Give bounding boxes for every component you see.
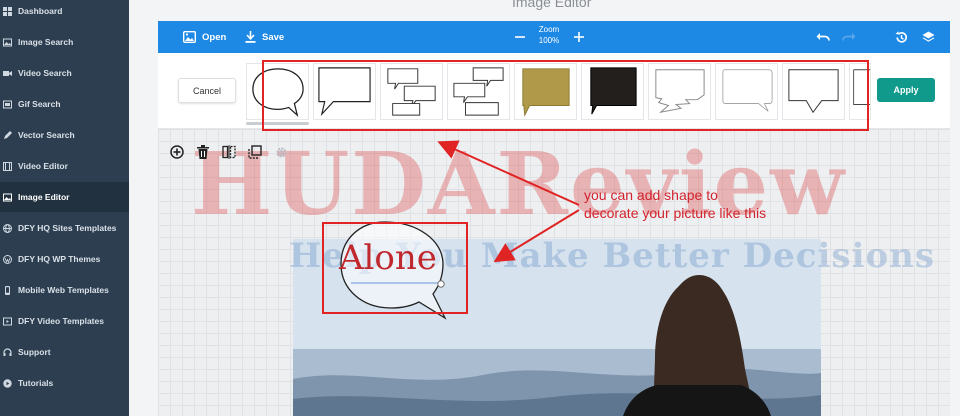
undo-icon xyxy=(816,33,830,41)
zoom-value: 100% xyxy=(538,36,560,45)
image-edit-icon xyxy=(3,193,12,202)
sidebar-item-label: Image Editor xyxy=(18,192,70,202)
settings-button[interactable] xyxy=(271,142,291,162)
sidebar-item-support[interactable]: Support xyxy=(0,337,129,367)
sidebar-item-label: DFY HQ WP Themes xyxy=(18,254,101,264)
shapes-highlight-box xyxy=(262,60,869,131)
save-button[interactable]: Save xyxy=(245,21,284,53)
sidebar-item-mobile-web-templates[interactable]: Mobile Web Templates xyxy=(0,275,129,305)
sidebar-item-label: Vector Search xyxy=(18,130,75,140)
object-tools xyxy=(167,140,291,164)
sidebar-item-label: Image Search xyxy=(18,37,74,47)
add-layer-button[interactable] xyxy=(167,142,187,162)
sidebar-item-label: Mobile Web Templates xyxy=(18,285,109,295)
sidebar-item-label: Support xyxy=(18,347,51,357)
wordpress-icon xyxy=(3,254,12,264)
main-content: Image Editor Open Save Zoom 100% Cancel … xyxy=(129,0,960,416)
pen-icon xyxy=(3,130,12,140)
sidebar-item-vector-search[interactable]: Vector Search xyxy=(0,120,129,150)
cancel-button[interactable]: Cancel xyxy=(178,78,236,103)
video-template-icon xyxy=(3,317,12,326)
save-label: Save xyxy=(262,31,285,43)
add-circle-icon xyxy=(170,145,184,159)
open-button[interactable]: Open xyxy=(183,21,226,53)
trash-icon xyxy=(197,145,209,159)
open-image-icon xyxy=(183,31,196,43)
play-circle-icon xyxy=(3,378,12,388)
duplicate-button[interactable] xyxy=(245,142,265,162)
delete-button[interactable] xyxy=(193,142,213,162)
sidebar-item-video-editor[interactable]: Video Editor xyxy=(0,151,129,181)
apply-button[interactable]: Apply xyxy=(877,78,935,102)
zoom-label: Zoom xyxy=(538,25,560,34)
gear-icon xyxy=(276,147,286,157)
sidebar-item-tutorials[interactable]: Tutorials xyxy=(0,368,129,398)
flip-button[interactable] xyxy=(219,142,239,162)
sidebar-item-dashboard[interactable]: Dashboard xyxy=(0,0,129,26)
duplicate-icon xyxy=(248,145,262,159)
sidebar-item-image-search[interactable]: Image Search xyxy=(0,27,129,57)
sidebar-item-dfy-hq-wp-themes[interactable]: DFY HQ WP Themes xyxy=(0,244,129,274)
bubble-highlight-box xyxy=(322,222,468,314)
sidebar-item-label: Video Search xyxy=(18,68,72,78)
sidebar-item-label: Gif Search xyxy=(18,99,61,109)
zoom-out-button[interactable] xyxy=(515,21,525,53)
layers-icon xyxy=(922,31,935,42)
video-camera-icon xyxy=(3,69,12,78)
redo-button[interactable] xyxy=(842,21,856,53)
history-icon xyxy=(895,30,907,43)
sidebar-item-image-editor[interactable]: Image Editor xyxy=(0,182,129,212)
gif-icon xyxy=(3,100,12,109)
plus-icon xyxy=(574,32,584,42)
page-title: Image Editor xyxy=(512,0,592,10)
film-icon xyxy=(3,161,12,171)
annotation-text: you can add shape to decorate your pictu… xyxy=(584,186,766,222)
minus-icon xyxy=(515,36,525,38)
editor-toolbar: Open Save Zoom 100% xyxy=(158,21,950,53)
history-button[interactable] xyxy=(895,21,908,53)
flip-icon xyxy=(222,145,236,159)
download-icon xyxy=(245,31,256,43)
sidebar-item-label: DFY HQ Sites Templates xyxy=(18,223,117,233)
undo-button[interactable] xyxy=(816,21,830,53)
annotation-line-1: you can add shape to xyxy=(584,187,718,203)
sidebar-item-label: Tutorials xyxy=(18,378,54,388)
annotation-line-2: decorate your picture like this xyxy=(584,205,767,221)
open-label: Open xyxy=(202,31,227,43)
sidebar-item-gif-search[interactable]: Gif Search xyxy=(0,89,129,119)
sidebar-item-video-search[interactable]: Video Search xyxy=(0,58,129,88)
sidebar-item-label: Video Editor xyxy=(18,161,68,171)
dashboard-icon xyxy=(3,6,12,16)
zoom-indicator: Zoom 100% xyxy=(529,24,569,46)
layers-button[interactable] xyxy=(922,21,935,53)
support-icon xyxy=(3,347,12,357)
mobile-icon xyxy=(3,285,12,295)
sidebar-item-dfy-video-templates[interactable]: DFY Video Templates xyxy=(0,306,129,336)
sidebar-item-label: Dashboard xyxy=(18,6,63,16)
app-window: Dashboard Image Search Video Search Gif … xyxy=(0,0,960,416)
redo-icon xyxy=(842,33,856,41)
sidebar: Dashboard Image Search Video Search Gif … xyxy=(0,0,129,416)
zoom-in-button[interactable] xyxy=(574,21,584,53)
sidebar-item-label: DFY Video Templates xyxy=(18,316,104,326)
globe-icon xyxy=(3,223,12,233)
image-icon xyxy=(3,38,12,47)
sidebar-item-dfy-hq-sites-templates[interactable]: DFY HQ Sites Templates xyxy=(0,213,129,243)
